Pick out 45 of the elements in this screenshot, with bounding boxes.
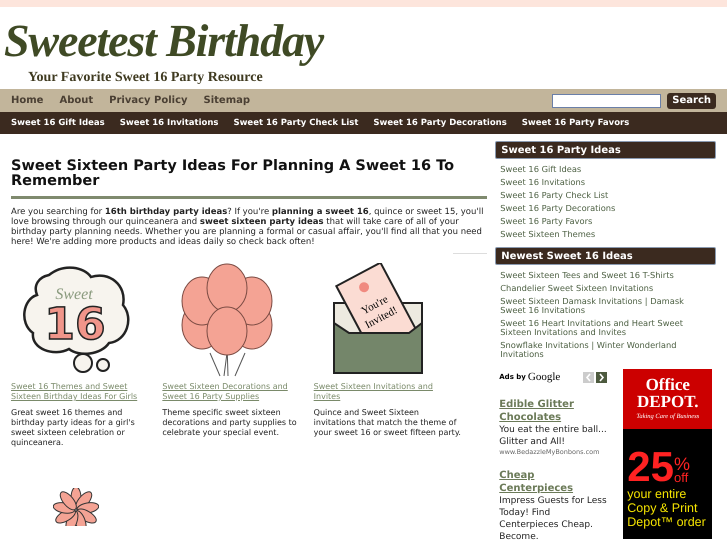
ad-text: You eat the entire ball... Glitter and All! [499, 424, 608, 448]
search-button[interactable]: Search [667, 92, 716, 108]
feature-description: Great sweet 16 themes and birthday party ideas for a girl's sweet sixteen celebration or quinceanera. [11, 408, 136, 448]
feature-link[interactable]: Sweet Sixteen Decorations and Sweet 16 Party Supplies [162, 382, 310, 402]
sidebar-link[interactable]: Sweet 16 Party Check List [500, 191, 711, 200]
nav-link[interactable]: Sitemap [204, 93, 250, 108]
nav-link[interactable]: Privacy Policy [109, 93, 188, 108]
sidebar-link[interactable]: Snowflake Invitations | Winter Wonderland Invitations [500, 341, 711, 359]
flower-drawing [53, 488, 99, 526]
banner-brand: Office DEPOT. [636, 376, 700, 410]
category-link[interactable]: Sweet 16 Gift Ideas [11, 116, 105, 130]
ad-title-link[interactable]: Cheap Centerpieces [499, 469, 608, 496]
sidebar-link[interactable]: Chandelier Sweet Sixteen Invitations [500, 284, 711, 293]
sidebar-link[interactable]: Sweet 16 Gift Ideas [500, 165, 711, 174]
site-tagline: Your Favorite Sweet 16 Party Resource [28, 69, 263, 87]
sidebar-link[interactable]: Sweet Sixteen Themes [500, 230, 711, 239]
feature-link[interactable]: Sweet 16 Themes and Sweet Sixteen Birthday Ideas For Girls [11, 382, 158, 402]
nav-link[interactable]: Home [11, 93, 44, 108]
sidebar-link[interactable]: Sweet 16 Party Favors [500, 217, 711, 226]
search-field[interactable] [552, 94, 662, 108]
intro-paragraph: Are you searching for 16th birthday party ideas? If you're planning a sweet 16, quince or sweet 15, you'll love browsing through our quinceanera and sweet sixteen party ideas that will take care of all of your birthday party planning needs. Whether you are planning a formal or casual affair, you'll find all that you need here! We're adding more products and ideas daily so check back often! [11, 207, 484, 247]
feature-link[interactable]: Sweet Sixteen Invitations and Invites [314, 382, 461, 402]
sidebar-link[interactable]: Sweet Sixteen Tees and Sweet 16 T-Shirts [500, 271, 711, 280]
discount-amount: 25 [627, 449, 674, 485]
ad-text: Impress Guests for Less Today! Find Centerpieces Cheap. Become. [499, 495, 608, 544]
sidebar-link[interactable]: Sweet 16 Invitations [500, 178, 711, 187]
category-link[interactable]: Sweet 16 Party Check List [233, 116, 358, 130]
sidebar-heading: Sweet 16 Party Ideas [495, 141, 716, 159]
sidebar-link[interactable]: Sweet Sixteen Damask Invitations | Damask Sweet 16 Invitations [500, 297, 711, 315]
sidebar-link[interactable]: Sweet 16 Heart Invitations and Heart Sweet Sixteen Invitations and Invites [500, 319, 711, 337]
ad-title-link[interactable]: Edible Glitter Chocolates [499, 398, 608, 424]
category-link[interactable]: Sweet 16 Party Favors [522, 116, 630, 130]
site-logo[interactable]: Sweetest Birthday [4, 15, 324, 67]
nav-link[interactable]: About [59, 93, 94, 108]
article-title: Sweet Sixteen Party Ideas For Planning A Sweet 16 To Remember [11, 159, 488, 199]
feature-description: Theme specific sweet sixteen decorations and party supplies to celebrate your special event. [162, 408, 298, 438]
sidebar-link[interactable]: Sweet 16 Party Decorations [500, 204, 711, 213]
off-text: off [674, 471, 688, 485]
category-link[interactable]: Sweet 16 Party Decorations [373, 116, 507, 130]
feature-description: Quince and Sweet Sixteen invitations that match the theme of your sweet 16 or sweet fifteen party. [314, 408, 461, 438]
category-link[interactable]: Sweet 16 Invitations [120, 116, 218, 130]
sidebar-heading: Newest Sweet 16 Ideas [495, 247, 716, 265]
ads-brand: Google [528, 370, 560, 385]
percent-sign: % [674, 457, 690, 471]
offer-text: your entire Copy & Print Depot™ order [626, 487, 707, 529]
